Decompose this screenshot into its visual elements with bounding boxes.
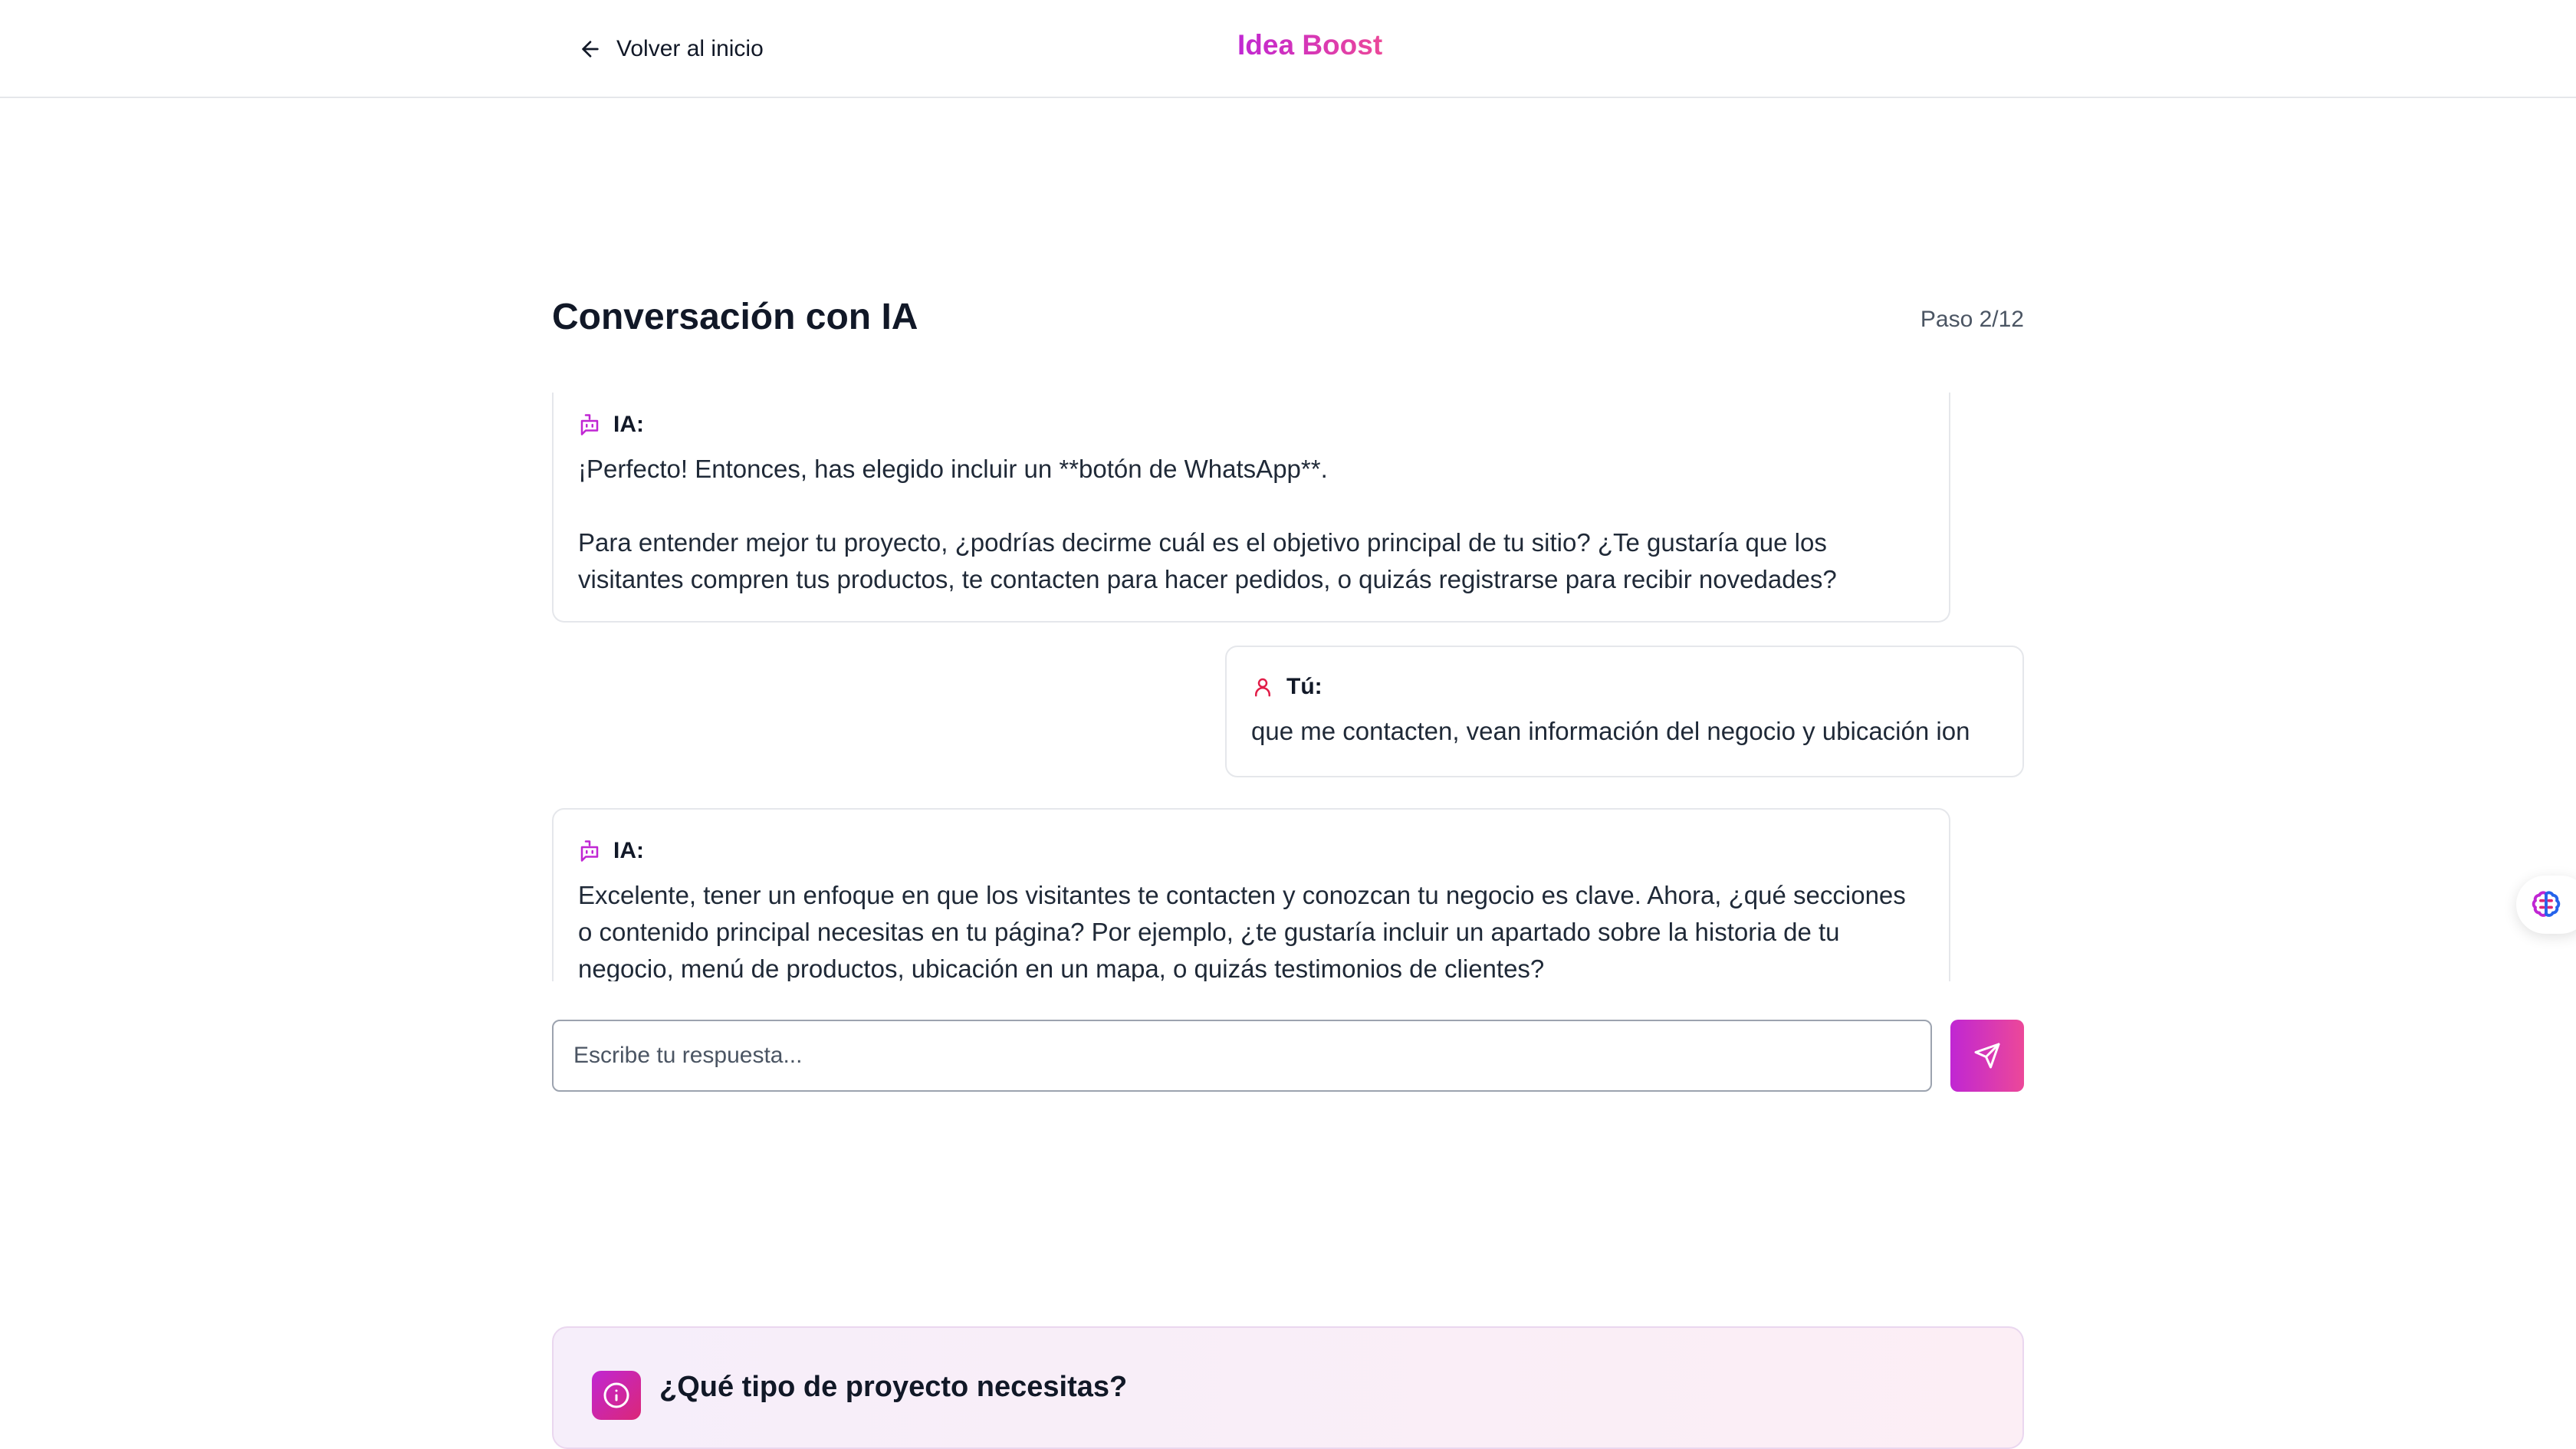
message-sender: IA: — [613, 412, 644, 437]
message-text: Excelente, tener un enfoque en que los v… — [578, 881, 1906, 981]
project-type-card: ¿Qué tipo de proyecto necesitas? — [552, 1326, 2024, 1449]
bot-message-icon — [580, 414, 599, 435]
message-sender: Tú: — [1286, 674, 1322, 699]
back-link-label: Volver al inicio — [616, 36, 764, 61]
arrow-left-icon — [582, 41, 599, 58]
message-sender: IA: — [613, 838, 644, 863]
send-icon — [1974, 1043, 2000, 1069]
user-icon — [1255, 678, 1270, 697]
top-bar: Volver al inicio Idea Boost — [0, 0, 2576, 98]
ai-message: IA: ¡Perfecto! Entonces, has elegido inc… — [552, 393, 1950, 623]
message-text: que me contacten, vean información del n… — [1251, 717, 1970, 745]
project-type-title: ¿Qué tipo de proyecto necesitas? — [659, 1371, 1128, 1403]
message-text: Para entender mejor tu proyecto, ¿podría… — [578, 528, 1837, 593]
response-input-wrapper — [552, 1020, 1932, 1092]
back-to-home-link[interactable]: Volver al inicio — [578, 31, 764, 67]
brand-logo[interactable]: Idea Boost — [1237, 29, 1382, 61]
chat-history[interactable]: IA: ¡Perfecto! Entonces, has elegido inc… — [552, 393, 2024, 981]
ai-message: IA: Excelente, tener un enfoque en que l… — [552, 808, 1950, 981]
user-message: Tú: que me contacten, vean información d… — [1225, 646, 2024, 777]
response-input[interactable] — [572, 1042, 1912, 1070]
floating-assistant-button[interactable] — [2516, 876, 2576, 934]
page-title: Conversación con IA — [552, 297, 918, 337]
brain-icon — [2532, 891, 2561, 917]
info-icon — [603, 1382, 629, 1408]
step-indicator: Paso 2/12 — [1920, 307, 2024, 332]
info-badge — [592, 1371, 641, 1420]
send-button[interactable] — [1950, 1020, 2024, 1092]
bot-message-icon — [580, 840, 599, 862]
message-text: ¡Perfecto! Entonces, has elegido incluir… — [578, 455, 1328, 483]
